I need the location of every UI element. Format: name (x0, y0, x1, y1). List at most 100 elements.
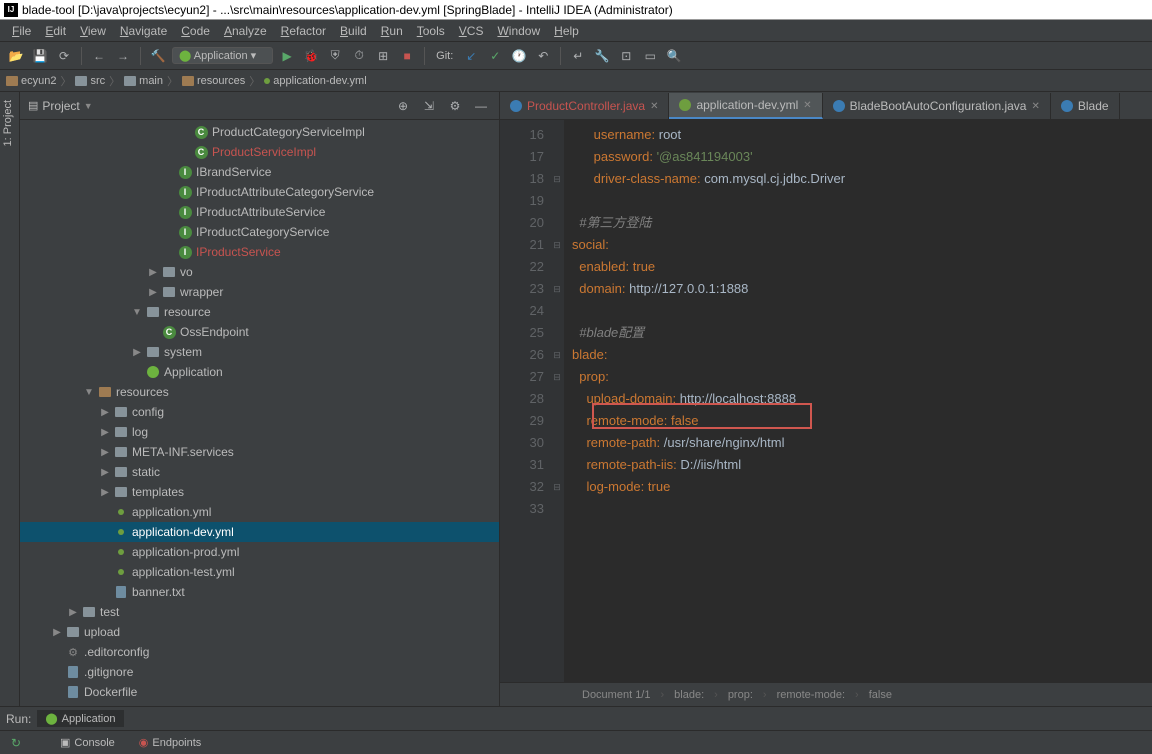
menu-file[interactable]: File (6, 22, 37, 40)
tree-item[interactable]: ▶static (20, 462, 499, 482)
breadcrumb-seg[interactable]: src (75, 75, 105, 87)
wrap-icon[interactable]: ↵ (568, 46, 588, 66)
project-view-icon: ▤ (28, 99, 38, 112)
presentation-icon[interactable]: ▭ (640, 46, 660, 66)
tree-item[interactable]: application-test.yml (20, 562, 499, 582)
git-commit-icon[interactable]: ✓ (485, 46, 505, 66)
git-update-icon[interactable]: ↙ (461, 46, 481, 66)
menu-help[interactable]: Help (548, 22, 585, 40)
menu-code[interactable]: Code (175, 22, 216, 40)
project-tool-tab[interactable]: 1: Project (0, 92, 16, 154)
hide-icon[interactable]: — (471, 96, 491, 116)
editor-tab[interactable]: Blade (1051, 93, 1120, 119)
tree-item[interactable]: COssEndpoint (20, 322, 499, 342)
tree-item[interactable]: Dockerfile (20, 682, 499, 702)
tree-item[interactable]: IIProductAttributeCategoryService (20, 182, 499, 202)
project-tree[interactable]: CProductCategoryServiceImplCProductServi… (20, 120, 499, 706)
tree-item[interactable]: IIProductService (20, 242, 499, 262)
forward-icon[interactable]: → (113, 46, 133, 66)
breadcrumb-seg[interactable]: ecyun2 (6, 75, 56, 87)
chevron-down-icon[interactable]: ▼ (84, 101, 93, 111)
separator (560, 47, 561, 65)
tree-item[interactable]: ▶META-INF.services (20, 442, 499, 462)
rerun-icon[interactable]: ↻ (6, 733, 26, 753)
path-seg[interactable]: prop: (728, 689, 753, 701)
menu-vcs[interactable]: VCS (453, 22, 490, 40)
navigation-bar: ecyun2〉src〉main〉resources〉application-de… (0, 70, 1152, 92)
tree-item[interactable]: CProductServiceImpl (20, 142, 499, 162)
git-rollback-icon[interactable]: ↶ (533, 46, 553, 66)
menu-build[interactable]: Build (334, 22, 373, 40)
editor[interactable]: 161718192021222324252627282930313233 ⊟⊟⊟… (500, 120, 1152, 682)
locate-icon[interactable]: ⊕ (393, 96, 413, 116)
stop-icon[interactable]: ■ (397, 46, 417, 66)
tree-item[interactable]: IIBrandService (20, 162, 499, 182)
menu-analyze[interactable]: Analyze (218, 22, 273, 40)
editor-tab[interactable]: application-dev.yml✕ (669, 93, 822, 119)
structure-icon[interactable]: ⊡ (616, 46, 636, 66)
tree-item[interactable]: ▶config (20, 402, 499, 422)
tree-item[interactable]: ▶test (20, 602, 499, 622)
main-menu: FileEditViewNavigateCodeAnalyzeRefactorB… (0, 20, 1152, 42)
line-gutter: 161718192021222324252627282930313233 (500, 120, 550, 682)
breadcrumb-seg[interactable]: resources (182, 75, 245, 87)
tree-item[interactable]: ▶templates (20, 482, 499, 502)
menu-run[interactable]: Run (375, 22, 409, 40)
search-icon[interactable]: 🔍 (664, 46, 684, 66)
build-icon[interactable]: 🔨 (148, 46, 168, 66)
menu-view[interactable]: View (74, 22, 112, 40)
run-icon[interactable]: ▶ (277, 46, 297, 66)
tree-item[interactable]: ▼resource (20, 302, 499, 322)
tree-item[interactable]: IIProductAttributeService (20, 202, 499, 222)
menu-tools[interactable]: Tools (411, 22, 451, 40)
git-history-icon[interactable]: 🕐 (509, 46, 529, 66)
project-panel-header: ▤ Project ▼ ⊕ ⇲ ⚙ — (20, 92, 499, 120)
tree-item[interactable]: .gitignore (20, 662, 499, 682)
coverage-icon[interactable]: ⛨ (325, 46, 345, 66)
app-logo-icon: IJ (4, 3, 18, 17)
menu-window[interactable]: Window (491, 22, 546, 40)
run-config-tab[interactable]: ⬤Application (37, 710, 123, 727)
tree-item[interactable]: application.yml (20, 502, 499, 522)
tree-item[interactable]: ▼resources (20, 382, 499, 402)
tree-item[interactable]: application-prod.yml (20, 542, 499, 562)
code-content[interactable]: username: root password: '@as841194003' … (564, 120, 1152, 682)
path-seg[interactable]: false (869, 689, 892, 701)
tree-item[interactable]: .editorconfig (20, 642, 499, 662)
tree-item[interactable]: ▶system (20, 342, 499, 362)
path-seg[interactable]: remote-mode: (777, 689, 845, 701)
breadcrumb-seg[interactable]: main (124, 75, 163, 87)
expand-icon[interactable]: ⇲ (419, 96, 439, 116)
breadcrumb-seg[interactable]: application-dev.yml (264, 75, 366, 87)
endpoints-tab[interactable]: ◉Endpoints (131, 734, 210, 751)
editor-tab[interactable]: ProductController.java✕ (500, 93, 669, 119)
profile-icon[interactable]: ⏱ (349, 46, 369, 66)
tree-item[interactable]: application-dev.yml (20, 522, 499, 542)
project-title[interactable]: Project (42, 99, 79, 113)
run-config-selector[interactable]: ⬤ Application ▾ (172, 47, 273, 64)
tree-item[interactable]: IIProductCategoryService (20, 222, 499, 242)
open-icon[interactable]: 📂 (6, 46, 26, 66)
editor-tab[interactable]: BladeBootAutoConfiguration.java✕ (823, 93, 1051, 119)
tree-item[interactable]: banner.txt (20, 582, 499, 602)
path-seg[interactable]: blade: (674, 689, 704, 701)
tree-item[interactable]: LICENSE (20, 702, 499, 706)
console-tab[interactable]: ▣Console (52, 734, 123, 751)
sync-icon[interactable]: ⟳ (54, 46, 74, 66)
gear-icon[interactable]: ⚙ (445, 96, 465, 116)
menu-edit[interactable]: Edit (39, 22, 72, 40)
tree-item[interactable]: ▶log (20, 422, 499, 442)
back-icon[interactable]: ← (89, 46, 109, 66)
debug-icon[interactable]: 🐞 (301, 46, 321, 66)
tree-item[interactable]: ▶wrapper (20, 282, 499, 302)
run-tool-window-header: Run: ⬤Application (0, 706, 1152, 730)
menu-navigate[interactable]: Navigate (114, 22, 173, 40)
save-icon[interactable]: 💾 (30, 46, 50, 66)
tree-item[interactable]: ▶vo (20, 262, 499, 282)
tree-item[interactable]: Application (20, 362, 499, 382)
settings-icon[interactable]: 🔧 (592, 46, 612, 66)
tree-item[interactable]: ▶upload (20, 622, 499, 642)
attach-icon[interactable]: ⊞ (373, 46, 393, 66)
menu-refactor[interactable]: Refactor (275, 22, 332, 40)
tree-item[interactable]: CProductCategoryServiceImpl (20, 122, 499, 142)
